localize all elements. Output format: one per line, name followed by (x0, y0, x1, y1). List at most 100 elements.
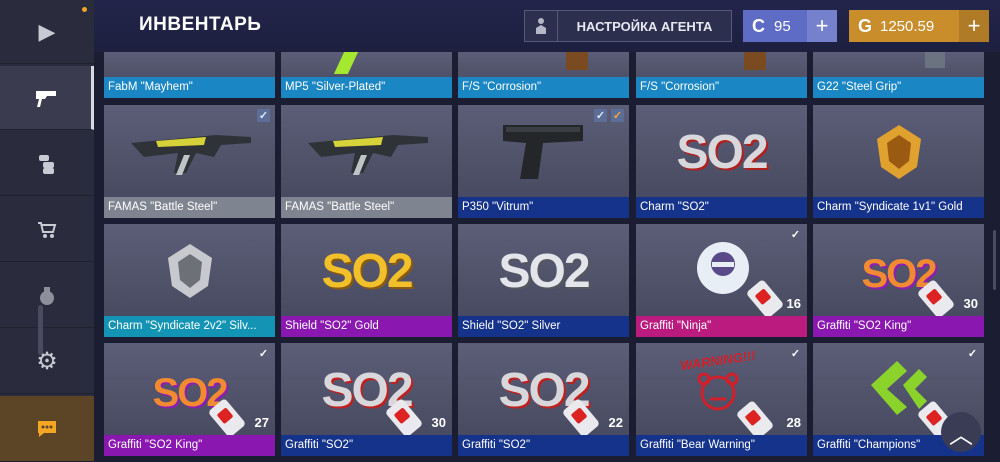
inventory-item[interactable]: F/S "Corrosion" (636, 52, 807, 98)
item-label: FAMAS "Battle Steel" (104, 197, 275, 218)
silver-amount: 95 (774, 17, 791, 35)
item-label: FAMAS "Battle Steel" (281, 197, 452, 218)
gold-amount: 1250.59 (880, 17, 935, 35)
silver-coin-icon: C (752, 15, 765, 36)
so2-silver-logo-image: SO2 (498, 245, 590, 298)
inventory-item[interactable]: G22 "Steel Grip" (813, 52, 984, 98)
so2-graffiti-image: SO2 (321, 364, 413, 417)
item-image (333, 52, 359, 74)
item-label: Graffiti "SO2" (458, 435, 629, 456)
sidebar-scrollbar[interactable] (38, 305, 43, 355)
item-count: 28 (786, 415, 801, 430)
inventory-item[interactable]: SO2 Shield "SO2" Silver (458, 224, 629, 337)
settings-button[interactable]: ⚙ (0, 330, 94, 394)
add-silver-button[interactable]: + (807, 10, 837, 42)
play-icon: ▶ (38, 18, 56, 44)
inventory-item[interactable]: SO2 30 Graffiti "SO2 King" (813, 224, 984, 337)
item-image (744, 52, 766, 70)
chat-icon (38, 420, 56, 437)
inventory-item[interactable]: FAMAS "Battle Steel" (281, 105, 452, 218)
selected-check-icon: ✓ (258, 348, 269, 360)
so2-king-graffiti-image: SO2 (152, 371, 228, 415)
selected-check-icon: ✓ (967, 348, 978, 360)
item-label: Graffiti "SO2 King" (813, 316, 984, 337)
bear-warning-graffiti-image: WARNING!!! (679, 347, 757, 374)
item-count: 16 (786, 296, 801, 311)
play-button[interactable]: ▶ (0, 0, 94, 64)
gold-currency: G 1250.59 + (849, 10, 989, 42)
famas-rifle-image (308, 135, 428, 175)
selected-check-icon: ✓ (790, 348, 801, 360)
shop-button[interactable] (0, 198, 94, 262)
item-count: 27 (254, 415, 269, 430)
inventory-item[interactable]: F/S "Corrosion" (458, 52, 629, 98)
inventory-item[interactable]: ✓ FAMAS "Battle Steel" (104, 105, 275, 218)
equipped-check-icon: ✓ (257, 109, 270, 122)
item-label: Graffiti "Bear Warning" (636, 435, 807, 456)
item-count: 30 (431, 415, 446, 430)
inventory-item[interactable]: FabM "Mayhem" (104, 52, 275, 98)
item-label: P350 "Vitrum" (458, 197, 629, 218)
item-count: 30 (963, 296, 978, 311)
item-label: Shield "SO2" Gold (281, 316, 452, 337)
inventory-item[interactable]: Charm "Syndicate 2v2" Silv... (104, 224, 275, 337)
top-bar: ИНВЕНТАРЬ НАСТРОЙКА АГЕНТА C 95 + G 1250… (94, 0, 1000, 52)
chat-button[interactable] (0, 396, 94, 462)
equipped-check-icon: ✓ (594, 109, 607, 122)
famas-rifle-image (131, 135, 251, 175)
inventory-item[interactable]: SO2 ✓ 27 Graffiti "SO2 King" (104, 343, 275, 456)
pistol-icon (35, 90, 56, 107)
pistol-image (503, 125, 583, 179)
item-image (566, 52, 588, 70)
silver-currency: C 95 + (743, 10, 837, 42)
item-label: Charm "SO2" (636, 197, 807, 218)
agent-settings-button[interactable]: НАСТРОЙКА АГЕНТА (524, 10, 732, 42)
item-image (925, 52, 945, 68)
cases-button[interactable] (0, 264, 94, 328)
bear-face-image (697, 372, 739, 411)
inventory-item[interactable]: MP5 "Silver-Plated" (281, 52, 452, 98)
inventory-item[interactable]: ✓ 16 Graffiti "Ninja" (636, 224, 807, 337)
item-label: Shield "SO2" Silver (458, 316, 629, 337)
so2-graffiti-image: SO2 (498, 364, 590, 417)
currency-button[interactable] (0, 132, 94, 196)
cart-icon (38, 221, 57, 238)
scroll-to-top-button[interactable]: ︿ (941, 412, 981, 452)
agent-settings-label: НАСТРОЙКА АГЕНТА (576, 18, 713, 34)
item-label: MP5 "Silver-Plated" (281, 77, 452, 98)
item-label: Charm "Syndicate 1v1" Gold (813, 197, 984, 218)
item-label: Graffiti "SO2 King" (104, 435, 275, 456)
item-label: Graffiti "Ninja" (636, 316, 807, 337)
grenade-icon (40, 286, 54, 305)
inventory-item[interactable]: SO2 Charm "SO2" (636, 105, 807, 218)
inventory-item[interactable]: SO2 30 Graffiti "SO2" (281, 343, 452, 456)
item-label: G22 "Steel Grip" (813, 77, 984, 98)
inventory-weapons-button[interactable] (0, 66, 94, 130)
chevron-up-icon: ︿ (949, 421, 973, 449)
silver-emblem-image (168, 244, 212, 298)
inventory-item[interactable]: SO2 22 Graffiti "SO2" (458, 343, 629, 456)
item-count: 22 (608, 415, 623, 430)
item-label: Charm "Syndicate 2v2" Silv... (104, 316, 275, 337)
so2-king-graffiti-image: SO2 (861, 252, 937, 296)
item-label: Graffiti "SO2" (281, 435, 452, 456)
so2-logo-image: SO2 (676, 126, 768, 179)
page-title: ИНВЕНТАРЬ (139, 14, 262, 35)
inventory-item[interactable]: Charm "Syndicate 1v1" Gold (813, 105, 984, 218)
favorite-check-icon: ✓ (611, 109, 624, 122)
item-label: F/S "Corrosion" (636, 77, 807, 98)
gold-emblem-image (877, 125, 921, 179)
item-label: F/S "Corrosion" (458, 77, 629, 98)
item-label: FabM "Mayhem" (104, 77, 275, 98)
inventory-grid: FabM "Mayhem" MP5 "Silver-Plated" F/S "C… (96, 52, 1000, 462)
inventory-item[interactable]: ✓ ✓ P350 "Vitrum" (458, 105, 629, 218)
inventory-item[interactable]: WARNING!!! ✓ 28 Graffiti "Bear Warning" (636, 343, 807, 456)
inventory-item[interactable]: SO2 Shield "SO2" Gold (281, 224, 452, 337)
sidebar: ▶ ⚙ (0, 0, 94, 462)
coins-icon (39, 154, 54, 174)
grid-scrollbar[interactable] (993, 230, 996, 290)
so2-gold-logo-image: SO2 (321, 245, 413, 298)
add-gold-button[interactable]: + (959, 10, 989, 42)
gold-coin-icon: G (858, 15, 873, 36)
selected-check-icon: ✓ (790, 229, 801, 241)
